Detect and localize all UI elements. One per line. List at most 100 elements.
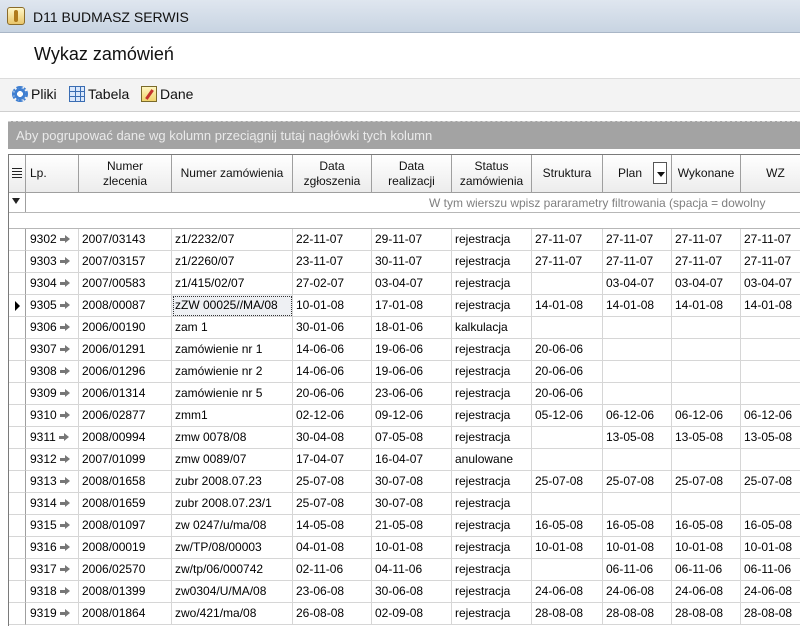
cell-struktura[interactable] — [532, 273, 603, 295]
column-header-nr-zlecenia[interactable]: Numer zlecenia — [79, 155, 172, 193]
cell-lp[interactable]: 9318 — [26, 581, 79, 603]
cell-nr-zlecenia[interactable]: 2007/03143 — [79, 229, 172, 251]
cell-wykonane[interactable] — [672, 317, 741, 339]
row-arrow-icon[interactable] — [59, 389, 70, 398]
column-header-plan[interactable]: Plan — [603, 155, 672, 193]
cell-nr-zamowienia[interactable]: zwo/421/ma/08 — [172, 603, 293, 625]
cell-status[interactable]: rejestracja — [452, 581, 532, 603]
row-arrow-icon[interactable] — [59, 499, 70, 508]
row-arrow-icon[interactable] — [59, 521, 70, 530]
cell-plan[interactable]: 06-11-06 — [603, 559, 672, 581]
cell-nr-zlecenia[interactable]: 2008/00087 — [79, 295, 172, 317]
cell-data-zgl[interactable]: 20-06-06 — [293, 383, 372, 405]
cell-status[interactable]: anulowane — [452, 449, 532, 471]
cell-wykonane[interactable] — [672, 361, 741, 383]
group-by-panel[interactable]: Aby pogrupować dane wg kolumn przeciągni… — [8, 121, 800, 149]
row-arrow-icon[interactable] — [59, 565, 70, 574]
row-selector[interactable] — [9, 229, 26, 251]
cell-nr-zamowienia[interactable]: zubr 2008.07.23 — [172, 471, 293, 493]
cell-wz[interactable]: 25-07-08 — [741, 471, 800, 493]
cell-struktura[interactable]: 20-06-06 — [532, 361, 603, 383]
cell-nr-zlecenia[interactable]: 2007/00583 — [79, 273, 172, 295]
cell-struktura[interactable]: 28-08-08 — [532, 603, 603, 625]
cell-status[interactable]: rejestracja — [452, 229, 532, 251]
cell-nr-zlecenia[interactable]: 2006/00190 — [79, 317, 172, 339]
cell-data-real[interactable]: 30-11-07 — [372, 251, 452, 273]
cell-struktura[interactable]: 25-07-08 — [532, 471, 603, 493]
cell-wz[interactable]: 03-04-07 — [741, 273, 800, 295]
cell-data-real[interactable]: 30-07-08 — [372, 471, 452, 493]
column-header-wykonane[interactable]: Wykonane — [672, 155, 741, 193]
cell-nr-zamowienia[interactable]: z1/2260/07 — [172, 251, 293, 273]
row-selector[interactable] — [9, 295, 26, 317]
row-arrow-icon[interactable] — [59, 587, 70, 596]
cell-wykonane[interactable]: 16-05-08 — [672, 515, 741, 537]
cell-data-zgl[interactable]: 14-05-08 — [293, 515, 372, 537]
table-row[interactable]: 9310 2006/02877 zmm1 02-12-06 09-12-06 rejest… — [9, 405, 800, 427]
cell-plan[interactable]: 14-01-08 — [603, 295, 672, 317]
cell-status[interactable]: rejestracja — [452, 295, 532, 317]
cell-wz[interactable] — [741, 339, 800, 361]
cell-nr-zamowienia[interactable]: z1/2232/07 — [172, 229, 293, 251]
table-row[interactable]: 9316 2008/00019 zw/TP/08/00003 04-01-08 10-0… — [9, 537, 800, 559]
app-icon[interactable] — [7, 7, 25, 25]
cell-plan[interactable] — [603, 383, 672, 405]
table-row[interactable]: 9313 2008/01658 zubr 2008.07.23 25-07-08 30-… — [9, 471, 800, 493]
cell-nr-zamowienia[interactable]: zmw 0089/07 — [172, 449, 293, 471]
cell-nr-zlecenia[interactable]: 2006/01291 — [79, 339, 172, 361]
table-row[interactable]: 9303 2007/03157 z1/2260/07 23-11-07 30-11-07… — [9, 251, 800, 273]
cell-lp[interactable]: 9311 — [26, 427, 79, 449]
cell-nr-zlecenia[interactable]: 2008/01864 — [79, 603, 172, 625]
row-selector[interactable] — [9, 427, 26, 449]
cell-data-real[interactable]: 23-06-06 — [372, 383, 452, 405]
cell-struktura[interactable] — [532, 427, 603, 449]
table-row[interactable]: 9318 2008/01399 zw0304/U/MA/08 23-06-08 30-0… — [9, 581, 800, 603]
cell-status[interactable]: rejestracja — [452, 427, 532, 449]
cell-data-zgl[interactable]: 30-01-06 — [293, 317, 372, 339]
row-arrow-icon[interactable] — [59, 301, 70, 310]
cell-data-real[interactable]: 18-01-06 — [372, 317, 452, 339]
row-arrow-icon[interactable] — [59, 279, 70, 288]
cell-status[interactable]: rejestracja — [452, 361, 532, 383]
cell-wykonane[interactable]: 24-06-08 — [672, 581, 741, 603]
cell-lp[interactable]: 9306 — [26, 317, 79, 339]
cell-data-zgl[interactable]: 23-06-08 — [293, 581, 372, 603]
cell-struktura[interactable]: 14-01-08 — [532, 295, 603, 317]
cell-data-real[interactable]: 02-09-08 — [372, 603, 452, 625]
cell-data-real[interactable]: 30-06-08 — [372, 581, 452, 603]
cell-nr-zlecenia[interactable]: 2008/01399 — [79, 581, 172, 603]
cell-lp[interactable]: 9319 — [26, 603, 79, 625]
cell-wykonane[interactable]: 14-01-08 — [672, 295, 741, 317]
cell-struktura[interactable]: 16-05-08 — [532, 515, 603, 537]
cell-struktura[interactable] — [532, 449, 603, 471]
cell-data-zgl[interactable]: 02-12-06 — [293, 405, 372, 427]
cell-plan[interactable]: 13-05-08 — [603, 427, 672, 449]
cell-lp[interactable]: 9303 — [26, 251, 79, 273]
cell-data-zgl[interactable]: 27-02-07 — [293, 273, 372, 295]
cell-lp[interactable]: 9309 — [26, 383, 79, 405]
orders-grid[interactable]: Lp. Numer zlecenia Numer zamówienia Data zg… — [8, 154, 800, 626]
cell-wykonane[interactable]: 06-11-06 — [672, 559, 741, 581]
cell-data-real[interactable]: 21-05-08 — [372, 515, 452, 537]
table-row[interactable]: 9308 2006/01296 zamówienie nr 2 14-06-06 19-… — [9, 361, 800, 383]
cell-lp[interactable]: 9310 — [26, 405, 79, 427]
row-selector[interactable] — [9, 581, 26, 603]
cell-wz[interactable]: 13-05-08 — [741, 427, 800, 449]
column-header-data-zgl[interactable]: Data zgłoszenia — [293, 155, 372, 193]
cell-struktura[interactable] — [532, 317, 603, 339]
cell-plan[interactable]: 28-08-08 — [603, 603, 672, 625]
cell-nr-zamowienia[interactable]: zmm1 — [172, 405, 293, 427]
row-selector[interactable] — [9, 449, 26, 471]
cell-plan[interactable]: 06-12-06 — [603, 405, 672, 427]
row-selector[interactable] — [9, 339, 26, 361]
cell-wykonane[interactable] — [672, 339, 741, 361]
row-arrow-icon[interactable] — [59, 411, 70, 420]
cell-nr-zamowienia[interactable]: zamówienie nr 2 — [172, 361, 293, 383]
cell-plan[interactable] — [603, 449, 672, 471]
plan-column-dropdown-icon[interactable] — [653, 162, 667, 184]
cell-data-real[interactable]: 29-11-07 — [372, 229, 452, 251]
cell-wykonane[interactable] — [672, 449, 741, 471]
table-row[interactable]: 9307 2006/01291 zamówienie nr 1 14-06-06 19-… — [9, 339, 800, 361]
table-row[interactable]: 9314 2008/01659 zubr 2008.07.23/1 25-07-08 3… — [9, 493, 800, 515]
row-selector[interactable] — [9, 317, 26, 339]
